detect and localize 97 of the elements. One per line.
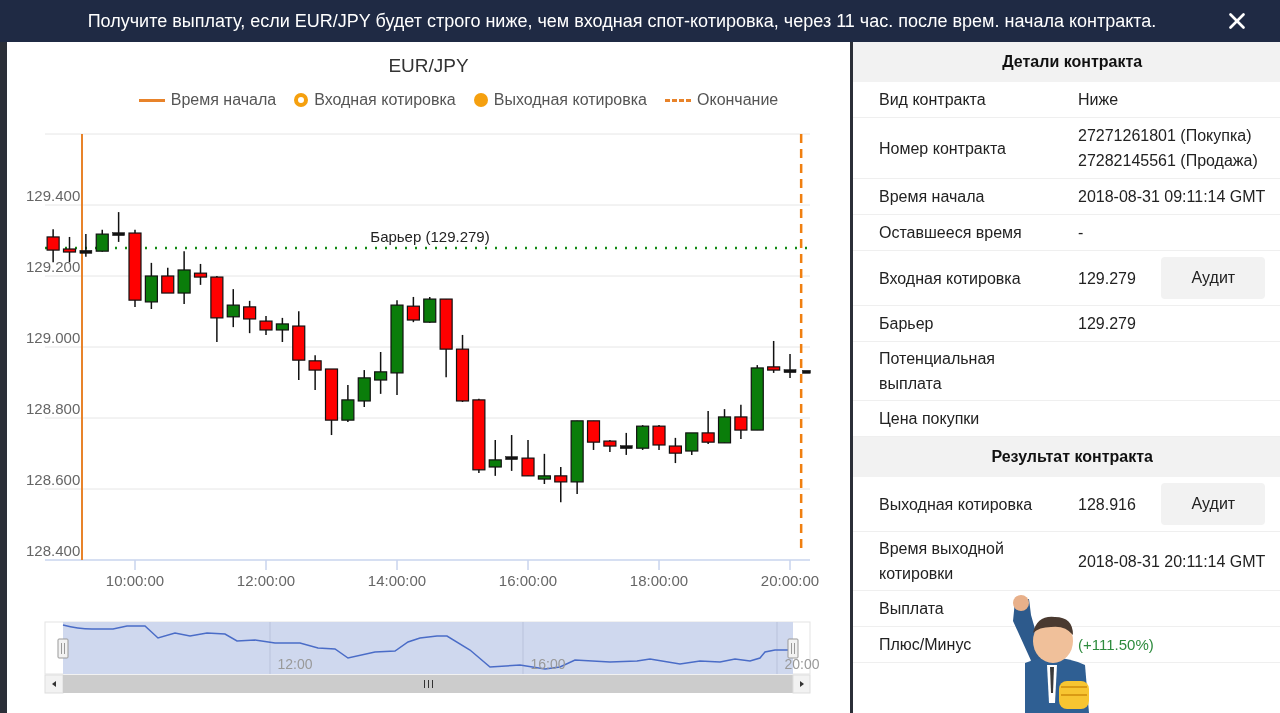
legend-label: Окончание: [697, 90, 779, 110]
legend-label: Выходная котировка: [493, 90, 647, 110]
candle: [308, 354, 322, 391]
candle: [210, 275, 224, 343]
y-axis-label: 129.000: [26, 329, 81, 346]
candle: [505, 434, 518, 472]
candle: [620, 432, 633, 456]
field-value: 128.916: [1078, 494, 1136, 515]
field-label: Оставшееся время: [879, 223, 1023, 243]
x-axis-label: 10:00:00: [105, 572, 165, 589]
candle: [521, 439, 535, 477]
candle: [636, 424, 650, 451]
field-value: -: [1078, 223, 1084, 243]
legend-label: Время начала: [170, 90, 277, 110]
candle: [357, 369, 371, 408]
x-axis-label: 18:00:00: [629, 572, 689, 589]
candle: [62, 236, 77, 263]
candle: [586, 420, 601, 451]
section-title: Результат контракта: [991, 447, 1153, 467]
candle: [652, 424, 666, 451]
field-value: 2018-08-31 20:11:14 GMT: [1078, 551, 1266, 572]
scroll-left-button[interactable]: [44, 674, 64, 694]
x-axis-label: 14:00:00: [367, 572, 427, 589]
candle: [292, 310, 306, 381]
candle: [783, 353, 797, 379]
candle: [406, 296, 420, 323]
range-handle[interactable]: [57, 638, 69, 659]
candle: [46, 228, 60, 263]
field-value: 129.279: [1078, 314, 1136, 334]
field-value: 2018-08-31 09:11:14 GMT: [1078, 187, 1266, 207]
candle: [537, 453, 551, 485]
candle: [734, 404, 748, 440]
y-axis-label: 129.400: [26, 187, 81, 204]
candle: [79, 233, 93, 258]
y-axis-label: 129.200: [26, 258, 81, 275]
candle: [717, 408, 732, 444]
candle: [554, 466, 568, 503]
candle: [177, 250, 191, 305]
candle: [243, 300, 257, 334]
field-value: 27271261801 (Покупка): [1078, 126, 1253, 146]
candle: [275, 317, 289, 343]
candle: [226, 288, 240, 328]
candle: [144, 262, 158, 310]
field-label: Время начала: [879, 187, 986, 207]
scroll-thumb[interactable]: [63, 675, 793, 693]
y-axis-label: 128.800: [26, 400, 81, 417]
field-value: 27282145561 (Продажа): [1078, 151, 1258, 171]
candle: [603, 439, 617, 453]
barrier-label: Барьер (129.279): [370, 227, 490, 245]
dashed-line-icon: [665, 98, 691, 102]
candle: [324, 368, 339, 436]
field-label: Выплата: [879, 599, 945, 619]
field-label: Выходная котировка: [879, 494, 1034, 515]
audit-button[interactable]: Аудит: [1161, 257, 1266, 299]
field-value: Ниже: [1078, 90, 1119, 110]
banner-text: Получите выплату, если EUR/JPY будет строго ниже, чем входная спот-котировка, через 11 час. после врем. начала контракта.: [86, 9, 1158, 33]
ring-icon: [294, 93, 309, 107]
section-title: Детали контракта: [1002, 52, 1143, 72]
candle: [341, 384, 355, 423]
field-label: Входная котировка: [879, 268, 1022, 289]
candle: [750, 364, 764, 431]
legend-label: Входная котировка: [314, 90, 456, 110]
candle: [767, 340, 781, 374]
navigator-time-label: 12:00: [277, 656, 313, 672]
line-icon: [138, 98, 165, 102]
candle: [668, 437, 682, 464]
candle: [374, 351, 388, 395]
candle: [259, 315, 273, 336]
field-label: Потенциальная выплата: [879, 349, 996, 394]
candle: [455, 334, 470, 403]
y-axis-label: 128.400: [26, 542, 81, 559]
candle: [423, 296, 437, 324]
field-label: Цена покупки: [879, 409, 981, 429]
candle: [488, 439, 502, 477]
field-label: Плюс/Минус: [879, 635, 973, 655]
candle: [161, 267, 175, 294]
audit-button[interactable]: Аудит: [1161, 483, 1266, 525]
field-label: Барьер: [879, 314, 935, 334]
x-axis-label: 16:00:00: [498, 572, 558, 589]
chart-title: EUR/JPY: [388, 53, 469, 78]
candle: [193, 263, 208, 286]
range-handle[interactable]: [787, 638, 799, 659]
field-value: 129.279: [1078, 268, 1136, 289]
candle: [701, 410, 715, 445]
field-label: Вид контракта: [879, 90, 987, 110]
x-axis-label: 12:00:00: [236, 572, 296, 589]
x-axis-label: 20:00:00: [760, 572, 820, 589]
candle: [112, 211, 125, 243]
y-axis-label: 128.600: [26, 471, 81, 488]
navigator-time-label: 20:00: [784, 656, 820, 672]
candle: [802, 370, 811, 374]
candle: [95, 229, 109, 253]
field-label: Время выходной котировки: [879, 539, 1005, 584]
candle: [685, 432, 699, 456]
field-value: (+111.50%): [1078, 635, 1154, 655]
scroll-right-button[interactable]: [792, 674, 811, 694]
field-label: Номер контракта: [879, 138, 1007, 159]
